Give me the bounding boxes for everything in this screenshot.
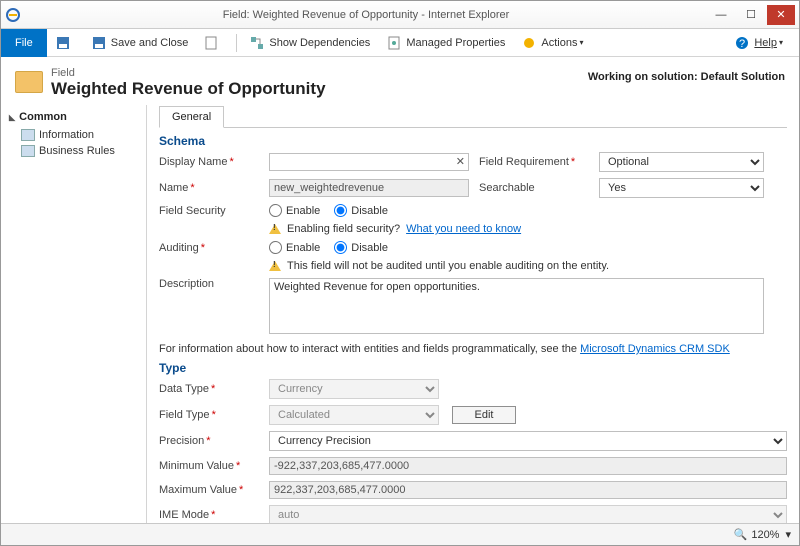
maximize-button[interactable]: ☐ xyxy=(737,5,765,25)
page-title: Weighted Revenue of Opportunity xyxy=(51,79,326,99)
field-security-radio: Enable Disable xyxy=(269,204,764,217)
tab-strip: General xyxy=(159,105,787,128)
chevron-down-icon: ▾ xyxy=(779,38,783,47)
searchable-select[interactable]: Yes xyxy=(599,178,764,198)
field-security-enable[interactable]: Enable xyxy=(269,204,320,217)
nav-rules-label: Business Rules xyxy=(39,145,115,157)
rules-icon xyxy=(21,145,35,157)
max-value-input[interactable] xyxy=(269,481,787,499)
display-name-wrap: ✕ xyxy=(269,153,469,171)
nav-item-business-rules[interactable]: Business Rules xyxy=(9,143,138,159)
show-deps-label: Show Dependencies xyxy=(269,37,370,49)
data-type-label: Data Type xyxy=(159,383,259,395)
minimize-button[interactable]: — xyxy=(707,5,735,25)
ime-mode-label: IME Mode xyxy=(159,509,259,521)
ie-icon xyxy=(5,7,21,23)
field-requirement-select[interactable]: Optional xyxy=(599,152,764,172)
managed-label: Managed Properties xyxy=(406,37,505,49)
nav-item-information[interactable]: Information xyxy=(9,127,138,143)
file-menu[interactable]: File xyxy=(1,29,47,57)
help-icon: ? xyxy=(734,35,750,51)
sidebar-nav: Common Information Business Rules xyxy=(1,105,146,531)
ribbon-toolbar: File Save and Close Show Dependencies Ma… xyxy=(1,29,799,57)
name-input[interactable] xyxy=(269,179,469,197)
field-security-disable[interactable]: Disable xyxy=(334,204,388,217)
nav-info-label: Information xyxy=(39,129,94,141)
auditing-label: Auditing xyxy=(159,242,259,254)
actions-icon xyxy=(521,35,537,51)
close-button[interactable]: ✕ xyxy=(767,5,795,25)
window-titlebar: Field: Weighted Revenue of Opportunity -… xyxy=(1,1,799,29)
auditing-warning-text: This field will not be audited until you… xyxy=(287,260,609,272)
name-label: Name xyxy=(159,182,259,194)
help-button[interactable]: ? Help▾ xyxy=(726,29,791,57)
auditing-enable[interactable]: Enable xyxy=(269,241,320,254)
sdk-info: For information about how to interact wi… xyxy=(159,343,764,355)
managed-properties-button[interactable]: Managed Properties xyxy=(378,29,513,57)
precision-label: Precision xyxy=(159,435,259,447)
managed-icon xyxy=(386,35,402,51)
description-textarea[interactable]: Weighted Revenue for open opportunities. xyxy=(269,278,764,334)
solution-context: Working on solution: Default Solution xyxy=(588,67,785,83)
warning-icon xyxy=(269,224,281,234)
help-label: Help xyxy=(754,37,777,49)
chevron-down-icon: ▾ xyxy=(579,38,583,47)
info-icon xyxy=(21,129,35,141)
security-warning-text: Enabling field security? xyxy=(287,223,400,235)
auditing-disable[interactable]: Disable xyxy=(334,241,388,254)
field-security-label: Field Security xyxy=(159,205,259,217)
min-value-input[interactable] xyxy=(269,457,787,475)
show-dependencies-button[interactable]: Show Dependencies xyxy=(241,29,378,57)
field-requirement-label: Field Requirement xyxy=(479,156,589,168)
security-warning: Enabling field security? What you need t… xyxy=(269,223,764,235)
max-value-label: Maximum Value xyxy=(159,484,259,496)
section-schema: Schema xyxy=(159,134,787,148)
security-learn-link[interactable]: What you need to know xyxy=(406,223,521,235)
zoom-level: 120% xyxy=(751,529,779,541)
field-type-label: Field Type xyxy=(159,409,259,421)
entity-label: Field xyxy=(51,67,326,79)
zoom-icon: 🔍 xyxy=(734,528,748,541)
new-icon xyxy=(204,35,220,51)
display-name-input[interactable] xyxy=(269,153,469,171)
status-bar: 🔍 120% ▾ xyxy=(1,523,799,545)
page-header: Field Weighted Revenue of Opportunity Wo… xyxy=(1,57,799,105)
save-and-close-button[interactable]: Save and Close xyxy=(83,29,197,57)
tab-general[interactable]: General xyxy=(159,106,224,128)
sdk-text: For information about how to interact wi… xyxy=(159,343,580,355)
precision-select[interactable]: Currency Precision xyxy=(269,431,787,451)
searchable-label: Searchable xyxy=(479,182,589,194)
description-label: Description xyxy=(159,278,259,290)
edit-button[interactable]: Edit xyxy=(452,406,517,424)
auditing-warning: This field will not be audited until you… xyxy=(269,260,764,272)
new-icon-button[interactable] xyxy=(196,29,232,57)
save-close-icon xyxy=(91,35,107,51)
actions-menu[interactable]: Actions▾ xyxy=(513,29,591,57)
min-value-label: Minimum Value xyxy=(159,460,259,472)
svg-text:?: ? xyxy=(739,38,745,50)
warning-icon xyxy=(269,261,281,271)
folder-icon xyxy=(15,71,43,93)
data-type-select[interactable]: Currency xyxy=(269,379,439,399)
clear-icon[interactable]: ✕ xyxy=(456,155,465,168)
window-title: Field: Weighted Revenue of Opportunity -… xyxy=(27,9,705,21)
save-icon xyxy=(55,35,71,51)
actions-label: Actions xyxy=(541,37,577,49)
save-close-label: Save and Close xyxy=(111,37,189,49)
auditing-radio: Enable Disable xyxy=(269,241,764,254)
field-type-select[interactable]: Calculated xyxy=(269,405,439,425)
content-pane: General Schema Display Name ✕ Field Requ… xyxy=(146,105,799,531)
zoom-dropdown[interactable]: ▾ xyxy=(785,528,791,541)
section-type: Type xyxy=(159,361,787,375)
ime-mode-select[interactable]: auto xyxy=(269,505,787,525)
display-name-label: Display Name xyxy=(159,156,259,168)
sdk-link[interactable]: Microsoft Dynamics CRM SDK xyxy=(580,343,730,355)
save-icon-button[interactable] xyxy=(47,29,83,57)
nav-group-common[interactable]: Common xyxy=(9,111,138,123)
dependencies-icon xyxy=(249,35,265,51)
separator xyxy=(236,34,237,52)
